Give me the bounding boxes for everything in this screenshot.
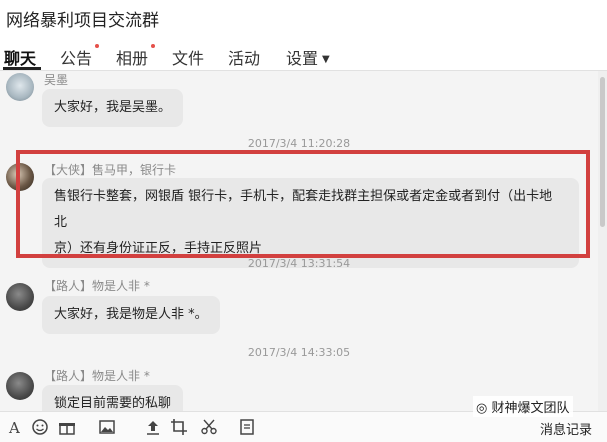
message-bubble[interactable]: 售银行卡整套，网银盾 银行卡，手机卡，配套走找群主担保或者定金或者到付（出卡地 … [42,178,579,268]
notification-dot [95,44,100,48]
tab-album-label: 相册 [116,49,149,68]
avatar[interactable] [6,372,34,400]
message-sender: 吴墨 [44,73,69,87]
message-sender: 【路人】物是人非 * [44,279,150,293]
message-bubble[interactable]: 锁定目前需要的私聊 [42,385,184,411]
document-icon[interactable] [238,418,256,436]
message-timestamp: 2017/3/4 14:33:05 [247,346,351,359]
image-icon[interactable] [98,418,116,436]
message-sender: 【路人】物是人非 * [44,369,150,383]
upload-icon[interactable] [144,418,162,436]
tab-files[interactable]: 文件 [172,45,204,69]
tab-album[interactable]: 相册 [116,44,156,69]
tab-activity[interactable]: 活动 [228,45,260,69]
watermark-text: 财神爆文团队 [491,401,570,416]
message-timestamp: 2017/3/4 11:20:28 [247,137,351,150]
active-tab-indicator [3,67,41,70]
gift-icon[interactable] [58,418,76,436]
chat-scrollbar[interactable] [598,71,607,411]
message-bubble[interactable]: 大家好，我是吴墨。 [42,89,184,127]
tab-settings[interactable]: 设置 ▼ [286,45,330,69]
tab-announcement[interactable]: 公告 [60,44,100,69]
screenshot-icon[interactable] [170,418,188,436]
avatar[interactable] [6,73,34,101]
message-bubble[interactable]: 大家好，我是物是人非 *。 [42,296,220,334]
scrollbar-thumb[interactable] [600,77,605,227]
emoji-icon[interactable] [31,418,49,436]
svg-text:A: A [8,419,20,436]
tab-settings-label: 设置 [286,49,319,68]
chevron-down-icon: ▼ [322,54,330,65]
watermark: ◎ 财神爆文团队 [473,396,573,417]
scissors-icon[interactable] [200,418,218,436]
wechat-logo-icon: ◎ [476,401,492,416]
tab-chat[interactable]: 聊天 [4,45,36,69]
message-sender: 【大侠】售马甲，银行卡 [44,163,177,177]
group-title: 网络暴利项目交流群 [6,11,159,31]
font-icon[interactable]: A [6,418,24,436]
avatar[interactable] [6,163,34,191]
tab-bar: 聊天 公告 相册 文件 活动 设置 ▼ [0,40,607,71]
avatar[interactable] [6,283,34,311]
message-line: 售银行卡整套，网银盾 银行卡，手机卡，配套走找群主担保或者定金或者到付（出卡地 … [54,189,553,230]
chat-area[interactable]: 吴墨 大家好，我是吴墨。 2017/3/4 11:20:28 【大侠】售马甲，银… [0,71,598,411]
message-history-link[interactable]: 消息记录 [540,419,592,438]
notification-dot [151,44,156,48]
message-timestamp: 2017/3/4 13:31:54 [247,257,351,270]
tab-announcement-label: 公告 [60,49,93,68]
